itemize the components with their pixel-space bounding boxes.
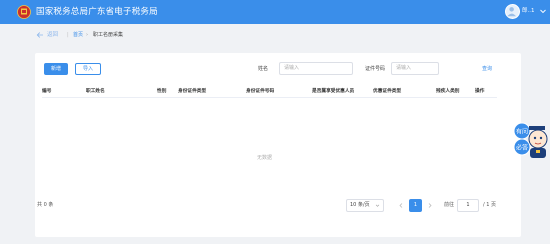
back-arrow-icon[interactable] <box>36 31 44 39</box>
import-button[interactable]: 导入 <box>75 63 101 75</box>
assistant-widget[interactable]: 有问 必答 <box>512 121 550 161</box>
empty-state-text: 无数据 <box>257 155 273 161</box>
chevron-left-icon[interactable] <box>397 201 405 210</box>
goto-label: 前往 <box>444 202 455 208</box>
chevron-down-icon[interactable] <box>539 7 547 16</box>
goto-page-input[interactable]: 1 <box>457 199 479 212</box>
column-header: 性别 <box>157 89 167 94</box>
table-header: 编号 职工姓名 性别 身份证件类型 身份证件号码 是否属享受优惠人员 优惠证件类… <box>42 86 497 98</box>
column-header: 优惠证件类型 <box>373 89 402 94</box>
breadcrumb-arrow: › <box>86 32 88 38</box>
total-pages: / 1 页 <box>483 202 497 208</box>
back-link[interactable]: 返回 <box>47 31 58 39</box>
chevron-right-icon[interactable] <box>426 201 434 210</box>
name-label: 姓名 <box>258 66 269 72</box>
total-count: 共 0 条 <box>37 202 54 208</box>
id-number-label: 证件号码 <box>365 66 386 72</box>
helper-text-bottom: 必答 <box>516 144 528 152</box>
helper-text-top: 有问 <box>516 128 528 136</box>
column-header: 残疾人类别 <box>436 89 460 94</box>
breadcrumb: 返回 | 首页 › 职工名册采集 <box>0 24 550 45</box>
site-title: 国家税务总局广东省电子税务局 <box>36 7 158 17</box>
id-number-input[interactable]: 请输入 <box>391 62 439 75</box>
column-header: 编号 <box>42 89 52 94</box>
main-panel: 新增 导入 姓名 请输入 证件号码 请输入 查询 编号 职工姓名 性别 身份证件… <box>35 53 521 237</box>
top-header-bar: 国家税务总局广东省电子税务局 郎..1 <box>0 0 550 24</box>
assistant-mascot-icon: 有问 必答 <box>513 122 548 158</box>
breadcrumb-current: 职工名册采集 <box>93 32 124 38</box>
add-button[interactable]: 新增 <box>44 63 68 75</box>
column-header: 身份证件号码 <box>246 89 275 94</box>
chevron-down-icon <box>375 204 380 207</box>
name-input[interactable]: 请输入 <box>279 62 353 75</box>
column-header: 身份证件类型 <box>178 89 207 94</box>
page-size-value: 10 条/页 <box>350 202 370 208</box>
avatar-icon[interactable] <box>505 4 520 19</box>
breadcrumb-divider: | <box>67 32 69 38</box>
search-button[interactable]: 查询 <box>482 66 492 73</box>
page-size-select[interactable]: 10 条/页 <box>346 199 384 212</box>
emblem-icon <box>17 5 31 19</box>
user-name[interactable]: 郎..1 <box>522 7 535 16</box>
column-header: 是否属享受优惠人员 <box>312 89 355 94</box>
page-number-current[interactable]: 1 <box>409 199 422 212</box>
column-header: 操作 <box>475 89 485 94</box>
breadcrumb-home-link[interactable]: 首页 <box>73 31 83 39</box>
column-header: 职工姓名 <box>86 89 105 94</box>
